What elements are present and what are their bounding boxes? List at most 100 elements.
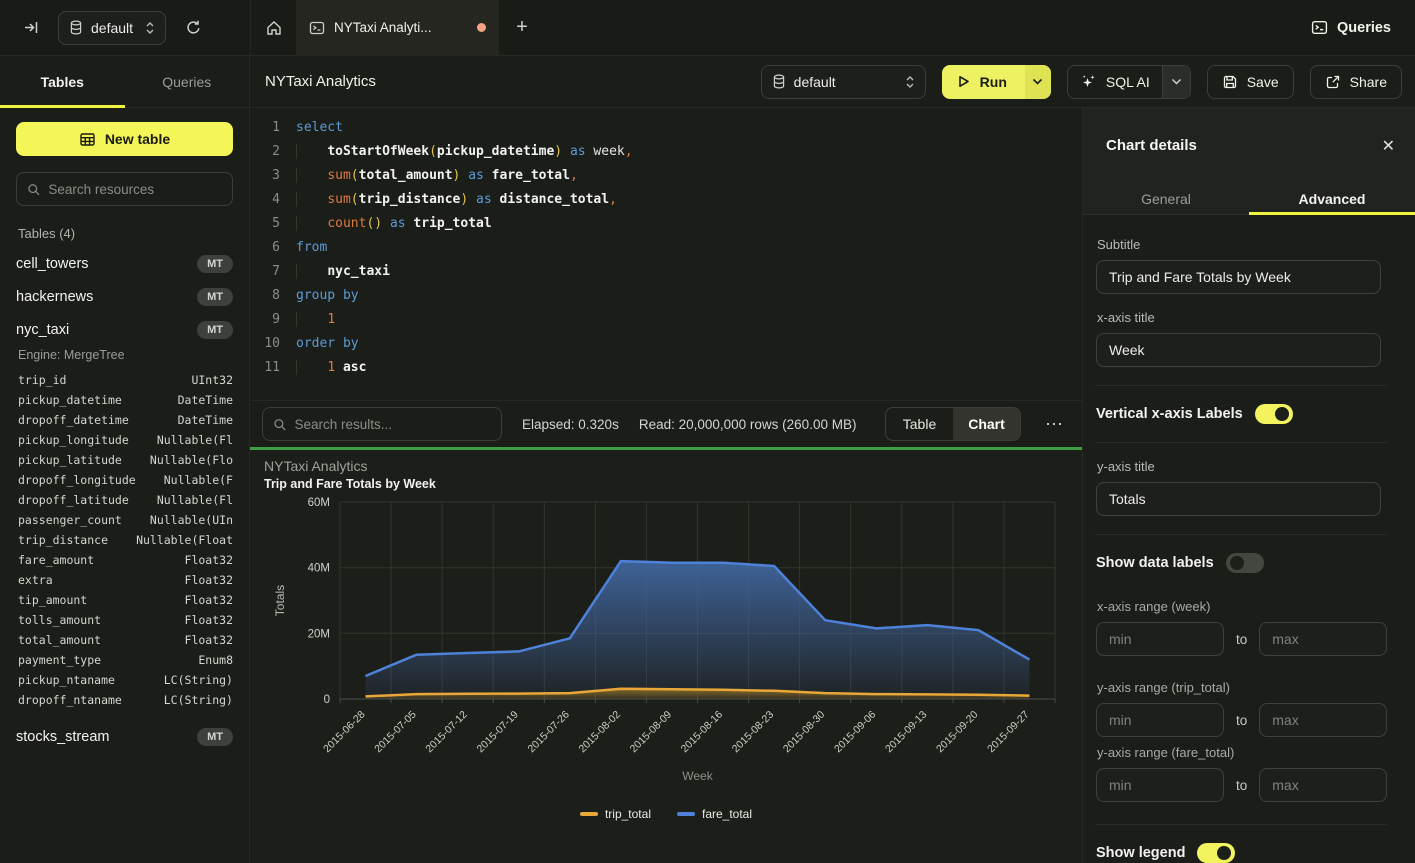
- column-type: Float32: [185, 630, 233, 650]
- panel-tab-general[interactable]: General: [1083, 183, 1249, 214]
- run-database-selector[interactable]: default: [761, 65, 926, 99]
- subtitle-input[interactable]: [1096, 260, 1381, 294]
- column-type: Nullable(UIn: [150, 510, 233, 530]
- column-type: Float32: [185, 590, 233, 610]
- new-tab-button[interactable]: +: [499, 0, 545, 55]
- code-line: 5 count() as trip_total: [250, 212, 1082, 236]
- run-database-value: default: [794, 74, 836, 90]
- results-search[interactable]: [262, 407, 502, 441]
- line-number: 5: [250, 212, 280, 236]
- sidebar-tab-queries[interactable]: Queries: [125, 56, 250, 107]
- table-row-stocks_stream[interactable]: stocks_streamMT: [16, 720, 233, 753]
- divider: [1095, 385, 1387, 386]
- run-button-group: Run: [942, 65, 1051, 99]
- table-row-hackernews[interactable]: hackernewsMT: [16, 280, 233, 313]
- more-options-button[interactable]: ⋯: [1041, 414, 1068, 435]
- column-type: DateTime: [178, 410, 233, 430]
- vertical-x-axis-labels-toggle[interactable]: [1255, 404, 1293, 424]
- legend-item-trip_total[interactable]: trip_total: [580, 807, 651, 821]
- table-row-nyc_taxi[interactable]: nyc_taxiMT: [16, 313, 233, 346]
- y-tick-label: 20M: [308, 628, 330, 640]
- x-tick-label: 2015-08-23: [730, 709, 777, 756]
- line-number: 7: [250, 260, 280, 284]
- column-name: payment_type: [18, 650, 101, 670]
- legend-swatch: [677, 812, 695, 816]
- show-data-labels-toggle[interactable]: [1226, 553, 1264, 573]
- panel-tab-advanced[interactable]: Advanced: [1249, 183, 1415, 214]
- legend-item-fare_total[interactable]: fare_total: [677, 807, 752, 821]
- table-name: stocks_stream: [16, 729, 109, 745]
- panel-title: Chart details: [1106, 137, 1197, 154]
- x-range-max-input[interactable]: [1259, 622, 1387, 656]
- x-axis-range-label: x-axis range (week): [1097, 599, 1381, 614]
- share-button[interactable]: Share: [1310, 65, 1402, 99]
- top-bar: default NYTaxi Analyti... + Queries: [0, 0, 1415, 56]
- line-number: 9: [250, 308, 280, 332]
- sidebar-tab-tables[interactable]: Tables: [0, 56, 125, 107]
- line-number: 1: [250, 116, 280, 140]
- toggle-knob: [1230, 556, 1244, 570]
- refresh-icon[interactable]: [180, 15, 206, 41]
- collapse-sidebar-icon[interactable]: [18, 15, 44, 41]
- run-options-button[interactable]: [1025, 65, 1051, 99]
- results-toolbar: Elapsed: 0.320s Read: 20,000,000 rows (2…: [250, 400, 1082, 447]
- code-line: 3 sum(total_amount) as fare_total,: [250, 164, 1082, 188]
- elapsed-time: Elapsed: 0.320s: [522, 417, 619, 432]
- home-tab[interactable]: [251, 0, 297, 55]
- queries-button-label: Queries: [1337, 20, 1391, 36]
- sql-ai-button[interactable]: SQL AI: [1068, 73, 1162, 90]
- save-button[interactable]: Save: [1207, 65, 1294, 99]
- x-tick-label: 2015-08-30: [781, 709, 828, 756]
- new-table-button[interactable]: New table: [16, 122, 233, 156]
- view-toggle-chart[interactable]: Chart: [953, 408, 1020, 440]
- table-row-cell_towers[interactable]: cell_towersMT: [16, 247, 233, 280]
- sql-editor[interactable]: 1select2 toStartOfWeek(pickup_datetime) …: [250, 108, 1082, 400]
- column-row: dropoff_ntanameLC(String): [16, 690, 233, 710]
- sidebar-search[interactable]: [16, 172, 233, 206]
- home-icon: [265, 19, 283, 37]
- column-type: Nullable(Float: [136, 530, 233, 550]
- chevron-down-icon: [1032, 78, 1043, 85]
- x-axis-title: Week: [682, 769, 713, 783]
- y-range-trip-min-input[interactable]: [1096, 703, 1224, 737]
- table-name: cell_towers: [16, 256, 89, 272]
- ellipsis-icon: ⋯: [1045, 414, 1064, 434]
- x-tick-label: 2015-07-12: [423, 709, 470, 756]
- code-line: 10order by: [250, 332, 1082, 356]
- subtitle-label: Subtitle: [1097, 237, 1381, 252]
- column-name: tolls_amount: [18, 610, 101, 630]
- tab-strip: NYTaxi Analyti... +: [250, 0, 545, 55]
- sql-ai-options-button[interactable]: [1162, 66, 1190, 98]
- y-range-fare-min-input[interactable]: [1096, 768, 1224, 802]
- unsaved-changes-dot: [477, 23, 486, 32]
- x-tick-label: 2015-06-28: [321, 709, 368, 756]
- show-legend-toggle[interactable]: [1197, 843, 1235, 863]
- code-line: 8group by: [250, 284, 1082, 308]
- code-line: 11 1 asc: [250, 356, 1082, 380]
- column-type: Nullable(Fl: [157, 430, 233, 450]
- share-icon: [1325, 74, 1341, 90]
- topbar-right: Queries: [1311, 0, 1415, 55]
- engine-badge: MT: [197, 288, 233, 306]
- view-toggle-table[interactable]: Table: [886, 408, 953, 440]
- legend-label: fare_total: [702, 807, 752, 821]
- x-range-min-input[interactable]: [1096, 622, 1224, 656]
- close-icon[interactable]: ✕: [1382, 136, 1395, 156]
- sidebar-search-input[interactable]: [48, 182, 222, 197]
- column-type: Float32: [185, 570, 233, 590]
- tab-nytaxi-analytics[interactable]: NYTaxi Analyti...: [297, 0, 499, 55]
- database-selector-value: default: [91, 20, 133, 36]
- queries-button[interactable]: Queries: [1311, 19, 1391, 36]
- y-axis-title-input[interactable]: [1096, 482, 1381, 516]
- search-icon: [27, 182, 40, 197]
- y-range-trip-max-input[interactable]: [1259, 703, 1387, 737]
- database-selector[interactable]: default: [58, 11, 166, 45]
- y-range-fare-max-input[interactable]: [1259, 768, 1387, 802]
- x-tick-label: 2015-09-13: [883, 709, 930, 756]
- results-search-input[interactable]: [295, 417, 491, 432]
- x-tick-label: 2015-09-27: [985, 709, 1032, 756]
- chart-canvas[interactable]: 020M40M60MTotals2015-06-282015-07-052015…: [250, 491, 1082, 791]
- run-button[interactable]: Run: [942, 74, 1025, 90]
- x-axis-title-input[interactable]: [1096, 333, 1381, 367]
- y-tick-label: 0: [324, 694, 330, 706]
